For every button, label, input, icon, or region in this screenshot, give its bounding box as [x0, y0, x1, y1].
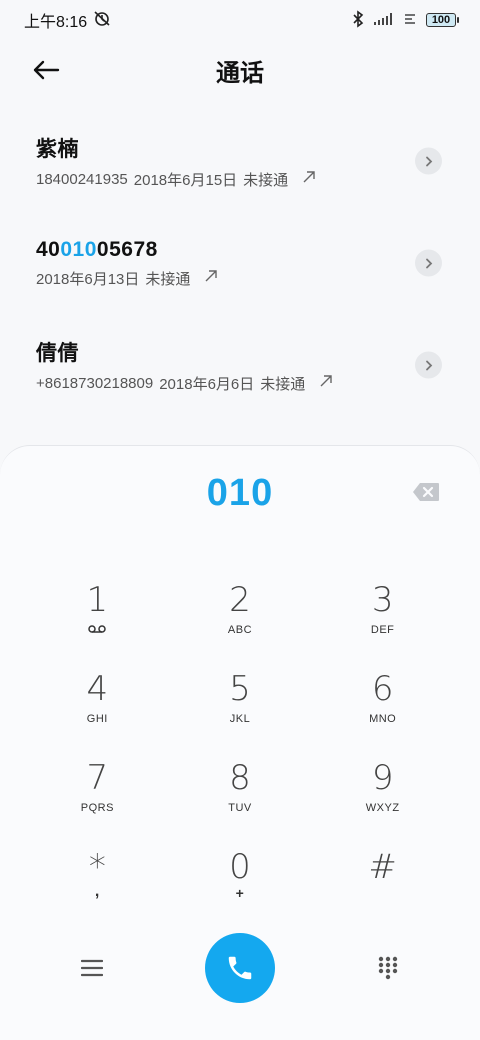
- call-date: 2018年6月13日: [36, 270, 140, 288]
- outgoing-arrow-icon: [319, 374, 333, 392]
- arrow-left-icon: [33, 60, 60, 80]
- call-meta: +8618730218809 2018年6月6日 未接通: [36, 373, 444, 394]
- data-icon: [404, 13, 416, 28]
- key-6[interactable]: 6 MNO: [311, 665, 454, 754]
- backspace-button[interactable]: [412, 482, 440, 502]
- battery-icon: 100: [426, 13, 459, 27]
- key-2[interactable]: 2 ABC: [169, 576, 312, 665]
- key-hash[interactable]: #: [311, 843, 454, 932]
- key-star[interactable]: * ,: [26, 843, 169, 932]
- call-detail-button[interactable]: [415, 147, 442, 175]
- alarm-off-icon: [93, 9, 111, 32]
- key-7[interactable]: 7 PQRS: [26, 754, 169, 843]
- call-status: 未接通: [145, 270, 191, 288]
- call-button[interactable]: [205, 933, 275, 1003]
- call-meta: 18400241935 2018年6月15日 未接通: [36, 169, 444, 190]
- bluetooth-icon: [352, 9, 364, 31]
- call-meta: 2018年6月13日 未接通: [36, 268, 444, 289]
- chevron-right-icon: [425, 156, 432, 166]
- dial-input[interactable]: 010: [0, 472, 480, 515]
- backspace-icon: [413, 483, 439, 501]
- chevron-right-icon: [425, 258, 432, 268]
- signal-icon: [374, 12, 394, 28]
- header: 通话: [0, 40, 480, 100]
- call-detail-button[interactable]: [415, 249, 442, 277]
- key-3[interactable]: 3 DEF: [311, 576, 454, 665]
- call-item-1[interactable]: 4001005678 2018年6月13日 未接通: [0, 212, 480, 314]
- call-date: 2018年6月6日: [159, 375, 255, 393]
- status-time: 上午8:16: [24, 14, 88, 31]
- dialpad-actions: [0, 933, 480, 1003]
- outgoing-arrow-icon: [302, 170, 316, 188]
- key-9[interactable]: 9 WXYZ: [311, 754, 454, 843]
- call-number: 18400241935: [36, 170, 128, 188]
- voicemail-icon: [88, 624, 107, 637]
- call-item-0[interactable]: 紫楠 18400241935 2018年6月15日 未接通: [0, 110, 480, 212]
- key-5[interactable]: 5 JKL: [169, 665, 312, 754]
- menu-icon: [81, 959, 103, 977]
- menu-button[interactable]: [78, 954, 106, 982]
- page-title: 通话: [216, 59, 264, 87]
- call-list: 紫楠 18400241935 2018年6月15日 未接通 4001005678…: [0, 110, 480, 416]
- key-4[interactable]: 4 GHI: [26, 665, 169, 754]
- dialpad-icon: [378, 956, 398, 980]
- outgoing-arrow-icon: [204, 269, 218, 287]
- key-1[interactable]: 1: [26, 576, 169, 665]
- call-name: 4001005678: [36, 237, 158, 261]
- call-number: +8618730218809: [36, 374, 154, 392]
- call-item-2[interactable]: 倩倩 +8618730218809 2018年6月6日 未接通: [0, 314, 480, 416]
- call-name: 紫楠: [36, 137, 79, 161]
- dialpad-toggle-button[interactable]: [374, 954, 402, 982]
- status-bar: 上午8:16 100: [0, 0, 480, 40]
- keypad: 1 2 ABC 3 DEF 4 GHI 5 JKL 6 MNO 7 PQRS 8…: [26, 576, 454, 932]
- call-date: 2018年6月15日: [133, 171, 238, 189]
- back-button[interactable]: [30, 54, 62, 86]
- phone-icon: [228, 956, 252, 980]
- key-8[interactable]: 8 TUV: [169, 754, 312, 843]
- key-0[interactable]: 0 +: [169, 843, 312, 932]
- call-status: 未接通: [260, 375, 306, 393]
- dialpad: 010 1 2 ABC 3 DEF 4 GHI 5 JKL 6 MNO 7 PQ…: [0, 445, 480, 1040]
- call-detail-button[interactable]: [415, 351, 442, 379]
- call-status: 未接通: [243, 171, 289, 189]
- call-name: 倩倩: [36, 341, 79, 365]
- chevron-right-icon: [425, 360, 432, 370]
